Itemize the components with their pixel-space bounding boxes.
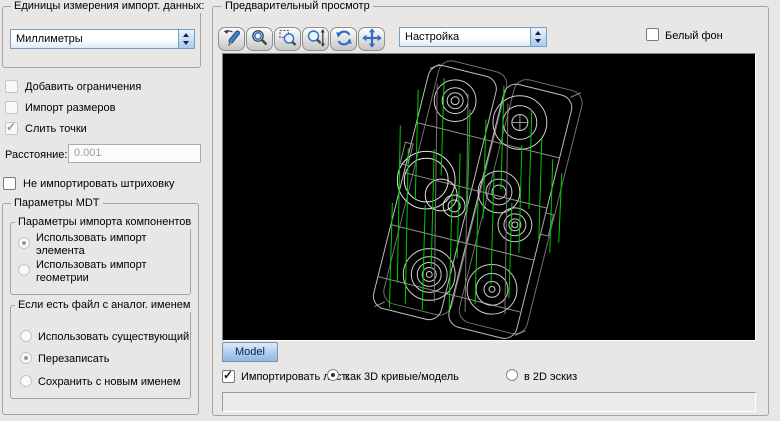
pan-button[interactable] <box>358 27 385 51</box>
import-options-dialog: Единицы измерения импорт. данных: Миллим… <box>0 0 780 421</box>
units-combo[interactable]: Миллиметры <box>10 29 195 49</box>
pan-icon <box>362 28 382 51</box>
use-geometry-import-label: Использовать импорт геометрии <box>36 259 178 285</box>
as-3d-curves-radio[interactable] <box>327 369 339 381</box>
component-import-title: Параметры импорта компонентов <box>15 215 194 229</box>
zoom-icon <box>250 28 270 51</box>
units-group-title: Единицы измерения импорт. данных: <box>11 0 207 13</box>
checkmark-icon: ✓ <box>6 120 16 134</box>
zoom-window-icon <box>278 28 298 51</box>
overwrite-label: Перезаписать <box>38 352 109 366</box>
spinner-updown-icon[interactable] <box>178 30 194 48</box>
rotate-view-icon <box>222 28 242 51</box>
import-dimensions-checkbox <box>5 101 18 114</box>
distance-field: 0.001 <box>68 144 201 163</box>
import-dimensions-label: Импорт размеров <box>25 101 115 115</box>
no-hatch-checkbox[interactable] <box>3 177 16 190</box>
white-background-checkbox[interactable] <box>646 28 659 41</box>
merge-points-checkbox: ✓ <box>5 122 18 135</box>
white-background-label: Белый фон <box>665 29 723 43</box>
refresh-icon <box>334 28 354 51</box>
preview-settings-combo[interactable]: Настройка <box>399 27 547 47</box>
preview-settings-combo-value: Настройка <box>400 28 530 46</box>
use-existing-radio <box>20 330 32 342</box>
model-tab[interactable]: Model <box>222 342 278 362</box>
use-existing-label: Использовать существующий <box>38 330 189 344</box>
radio-dot-icon <box>331 373 335 377</box>
same-name-title: Если есть файл с аналог. именем <box>15 298 193 312</box>
to-2d-sketch-label: в 2D эскиз <box>524 370 577 384</box>
refresh-button[interactable] <box>330 27 357 51</box>
zoom-updown-icon <box>306 28 326 51</box>
zoom-updown-button[interactable] <box>302 27 329 51</box>
preview-group-title: Предварительный просмотр <box>222 0 373 13</box>
no-hatch-label: Не импортировать штриховку <box>23 177 175 191</box>
rotate-view-button[interactable] <box>218 27 245 51</box>
save-new-name-radio <box>20 375 32 387</box>
merge-points-label: Слить точки <box>25 122 87 136</box>
radio-dot-icon <box>24 356 28 360</box>
save-new-name-label: Сохранить с новым именем <box>38 375 180 389</box>
use-feature-import-radio <box>18 237 30 249</box>
overwrite-radio <box>20 352 32 364</box>
import-sheet-checkbox[interactable]: ✓ <box>222 370 235 383</box>
use-geometry-import-radio <box>18 264 30 276</box>
zoom-window-button[interactable] <box>274 27 301 51</box>
as-3d-curves-label: как 3D кривые/модель <box>345 370 459 384</box>
checkmark-icon: ✓ <box>223 368 233 382</box>
mdt-group-title: Параметры MDT <box>11 196 103 210</box>
add-constraints-checkbox <box>5 80 18 93</box>
units-combo-value: Миллиметры <box>11 30 178 48</box>
use-feature-import-label: Использовать импорт элемента <box>36 232 178 258</box>
progress-bar <box>222 392 756 412</box>
spinner-updown-icon[interactable] <box>530 28 546 46</box>
to-2d-sketch-radio[interactable] <box>506 369 518 381</box>
wireframe-model-image <box>223 331 755 343</box>
preview-viewport[interactable] <box>222 53 756 341</box>
distance-label: Расстояние: <box>5 148 67 162</box>
radio-dot-icon <box>22 241 26 245</box>
add-constraints-label: Добавить ограничения <box>25 80 141 94</box>
zoom-button[interactable] <box>246 27 273 51</box>
